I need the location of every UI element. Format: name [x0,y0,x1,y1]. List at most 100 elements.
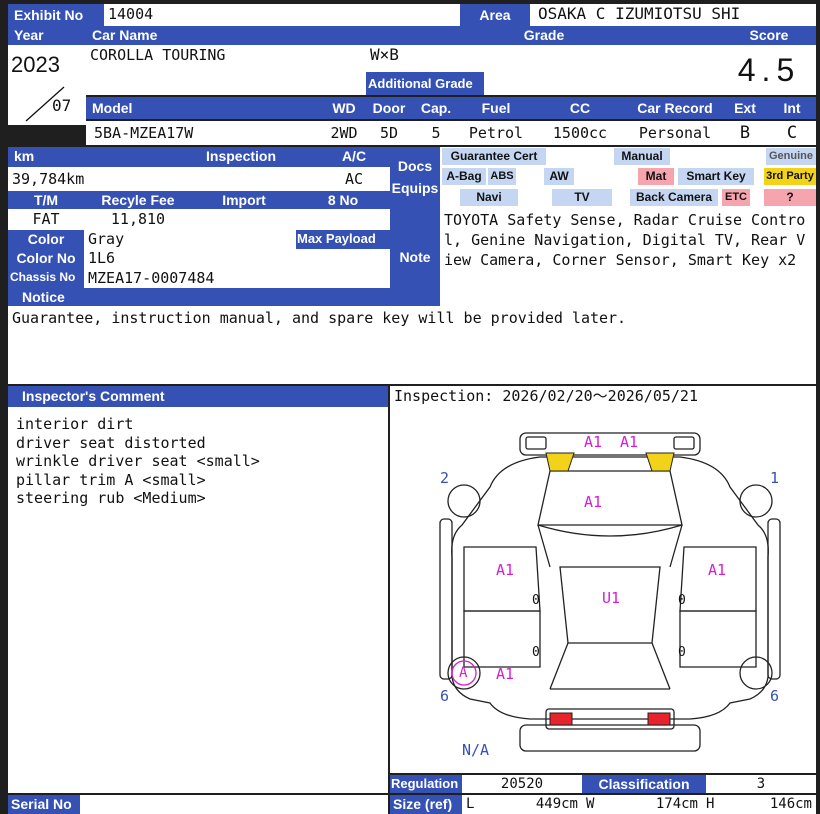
car-record-label: Car Record [628,97,722,119]
model-label: Model [86,97,322,119]
area-label: Area [460,4,530,26]
additional-grade-label: Additional Grade [366,72,484,95]
ac-label: A/C [318,147,390,167]
smart-key-tag: Smart Key [678,168,754,185]
damage-mark: 0 [532,593,540,608]
fuel-value: Petrol [460,121,532,145]
back-camera-tag: Back Camera [630,189,718,206]
regulation-label: Regulation [390,775,462,793]
comment-line: interior dirt [16,415,134,433]
damage-mark: A1 [584,433,603,451]
tire-label: 2 [440,469,450,487]
notice-label: Notice [8,288,84,306]
km-label: km [8,147,200,167]
model-value: 5BA-MZEA17W [86,121,322,145]
cap-label: Cap. [412,97,460,119]
tire-label: 1 [770,469,780,487]
car-name-value: COROLLA TOURING [86,45,366,95]
damage-mark: A1 [708,561,727,579]
year-cell: 2023 07 [8,45,86,125]
cc-label: CC [532,97,628,119]
auction-sheet: Exhibit No 14004 Area OSAKA C IZUMIOTSU … [0,0,820,814]
color-label: Color [8,230,84,249]
year-divider [25,86,65,122]
docs-label: Docs [397,158,433,174]
damage-mark: A1 [620,433,639,451]
year-label: Year [8,26,86,45]
tire-label: 6 [440,687,450,705]
classification-value: 3 [706,775,816,793]
damage-mark: A1 [584,493,603,511]
na-label: N/A [462,741,490,759]
inspection-label: Inspection [200,147,318,167]
fuel-label: Fuel [460,97,532,119]
notice-header-fill [84,288,390,306]
size-label: Size (ref) [390,795,462,814]
car-name-label: Car Name [86,26,366,45]
damage-mark: A1 [496,665,515,683]
a-bag-tag: A-Bag [442,168,486,185]
import-label: Import [192,191,296,209]
height-label: H [702,795,722,814]
ext-value: B [722,121,768,145]
tm-value: FAT [8,209,84,230]
recycle-fee-value: 11,810 [84,209,192,230]
comment-line: driver seat distorted [16,433,206,452]
additional-grade-value [484,72,722,95]
color-no-value: 1L6 [84,249,296,268]
notice-text: Guarantee, instruction manual, and spare… [8,306,816,384]
navi-tag: Navi [460,189,518,206]
tm-label: T/M [8,191,84,209]
color-value: Gray [84,230,296,249]
area-value: OSAKA C IZUMIOTSU SHI [530,4,816,26]
serial-no-value [80,795,388,814]
recycle-fee-label: Recyle Fee [84,191,192,209]
inspection-value [200,167,318,191]
color-no-label: Color No [8,249,84,268]
comment-bottom-fill [8,773,388,793]
genuine-tag: Genuine [766,148,816,165]
etc-tag: ETC [722,189,750,206]
width-label: W [582,795,602,814]
wd-label: WD [322,97,366,119]
note-label: Note [390,208,440,306]
inspector-comment-label: Inspector's Comment [8,386,388,407]
mat-tag: Mat [638,168,674,185]
damage-mark: 0 [678,593,686,608]
score-label: Score [722,26,816,45]
chassis-no-value: MZEA17-0007484 [84,268,390,288]
chassis-no-label: Chassis No [8,268,84,288]
tv-tag: TV [552,189,612,206]
ext-label: Ext [722,97,768,119]
month-value: 07 [52,96,72,115]
exhibit-no-label: Exhibit No [8,4,104,26]
damage-mark: A1 [496,561,515,579]
regulation-value: 20520 [462,775,582,793]
car-record-value: Personal [628,121,722,145]
grade-value: W×B [366,45,722,72]
door-label: Door [366,97,412,119]
wd-value: 2WD [322,121,366,145]
serial-no-label: Serial No [8,795,80,814]
third-party-tag: 3rd Party [764,168,816,185]
ac-value: AC [318,167,390,191]
8-no-value [296,209,390,230]
max-payload-value [296,249,390,268]
damage-mark: 0 [532,645,540,660]
max-payload-label: Max Payload [296,230,390,249]
damage-mark: A [459,665,468,681]
cap-value: 5 [412,121,460,145]
damage-mark: 0 [678,645,686,660]
height-value: 146cm [722,795,816,814]
grade-label: Grade [366,26,722,45]
docs-equips-label: Docs Equips [390,147,440,208]
km-value: 39,784km [8,167,200,191]
import-value [192,209,296,230]
length-value: 449cm [482,795,582,814]
int-value: C [768,121,816,145]
tire-label: 6 [770,687,780,705]
equipment-panel: Guarantee Cert Manual Genuine A-Bag ABS … [440,147,816,208]
damage-diagram: A1 A1 A1 A1 A1 U1 A A1 0 0 0 0 2 1 6 6 N… [390,407,816,773]
score-value: 4.5 [722,45,816,95]
width-value: 174cm [602,795,702,814]
